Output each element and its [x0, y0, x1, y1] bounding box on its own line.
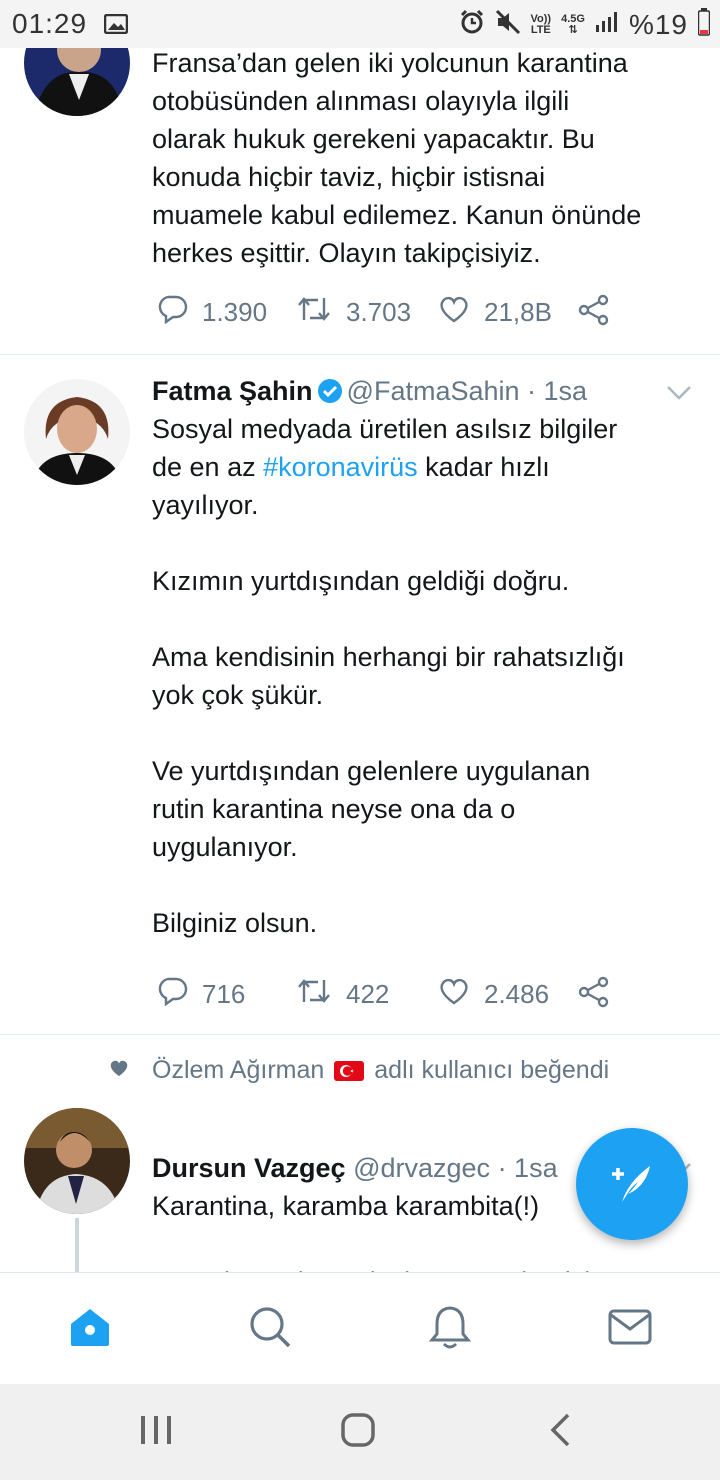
tab-notifications[interactable]: [426, 1305, 474, 1353]
tweet[interactable]: Fransa’dan gelen iki yolcunun karantina …: [0, 48, 720, 354]
image-icon: [103, 13, 129, 39]
thread-line: [75, 1218, 79, 1272]
messages-icon: [608, 1309, 652, 1350]
timeline[interactable]: Fransa’dan gelen iki yolcunun karantina …: [0, 48, 720, 1272]
retweet-count: 422: [346, 979, 390, 1009]
retweet-count: 3.703: [346, 297, 412, 327]
back-icon: [548, 1412, 572, 1453]
tweet-time: · 1sa: [527, 376, 588, 406]
volte-label: Vo)) LTE: [530, 12, 552, 36]
like-count: 2.486: [484, 979, 550, 1009]
reply-button[interactable]: 716: [156, 976, 245, 1013]
author-name[interactable]: Dursun Vazgeç: [152, 1153, 346, 1183]
turkey-flag-icon: [334, 1060, 365, 1081]
tab-messages[interactable]: [606, 1305, 654, 1353]
like-button[interactable]: 21,8B: [438, 294, 552, 331]
recent-apps-icon: [139, 1414, 173, 1451]
tweet-header: Fatma Şahin @FatmaSahin · 1sa: [152, 372, 587, 414]
bottom-tab-bar: [0, 1272, 720, 1384]
tweet-text: Sosyal medyada üretilen asılsız bilgiler…: [152, 414, 625, 938]
recent-apps-button[interactable]: [126, 1412, 186, 1452]
tab-search[interactable]: [246, 1305, 294, 1353]
compose-feather-icon: [606, 1156, 658, 1213]
search-icon: [248, 1305, 292, 1354]
share-button[interactable]: [578, 294, 610, 333]
retweet-icon: [296, 294, 332, 331]
back-button[interactable]: [530, 1412, 590, 1452]
share-button[interactable]: [578, 976, 610, 1015]
mute-icon: [495, 9, 521, 40]
tweet[interactable]: Fatma Şahin @FatmaSahin · 1sa Sosyal medy…: [0, 355, 720, 1034]
home-icon: [67, 1306, 113, 1353]
status-time: 01:29: [12, 8, 88, 39]
author-handle[interactable]: @drvazgec: [353, 1153, 490, 1183]
tweet-text: Fransa’dan gelen iki yolcunun karantina …: [152, 48, 642, 268]
social-context: Özlem Ağırman adlı kullanıcı beğendi: [108, 1056, 609, 1085]
tweet-time: · 1sa: [497, 1153, 558, 1183]
heart-icon: [438, 294, 470, 331]
home-nav-button[interactable]: [328, 1412, 388, 1452]
reply-button[interactable]: 1.390: [156, 294, 267, 331]
network-type-label: 4.5G ⇅: [561, 12, 585, 36]
battery-icon: [697, 8, 711, 41]
tab-home[interactable]: [66, 1305, 114, 1353]
share-icon: [578, 294, 610, 333]
avatar[interactable]: [24, 48, 130, 116]
like-button[interactable]: 2.486: [438, 976, 549, 1013]
verified-badge-icon: [317, 376, 343, 414]
hashtag-link[interactable]: #koronavirüs: [263, 452, 418, 482]
avatar[interactable]: [24, 379, 130, 485]
social-context-text: adlı kullanıcı beğendi: [374, 1056, 610, 1084]
retweet-button[interactable]: 3.703: [296, 294, 411, 331]
like-count: 21,8B: [484, 297, 552, 327]
battery-percent: %19: [628, 8, 688, 40]
notifications-icon: [428, 1304, 472, 1355]
system-navigation-bar: [0, 1384, 720, 1480]
reply-icon: [156, 976, 188, 1013]
heart-icon: [438, 976, 470, 1013]
status-bar: 01:29 Vo)) LTE 4.5G ⇅ %19: [0, 0, 720, 48]
retweet-button[interactable]: 422: [296, 976, 389, 1013]
tweet-header: Dursun Vazgeç @drvazgec · 1sa: [152, 1149, 558, 1187]
author-handle[interactable]: @FatmaSahin: [347, 376, 520, 406]
retweet-icon: [296, 976, 332, 1013]
compose-tweet-button[interactable]: [576, 1128, 688, 1240]
share-icon: [578, 976, 610, 1015]
liked-heart-icon: [108, 1056, 130, 1085]
reply-count: 1.390: [202, 297, 268, 327]
author-name[interactable]: Fatma Şahin: [152, 376, 313, 406]
social-context-user[interactable]: Özlem Ağırman: [152, 1056, 324, 1085]
tweet-actions: 1.390 3.703 21,8B: [152, 294, 672, 334]
reply-icon: [156, 294, 188, 331]
tweet-actions: 716 422 2.486: [152, 976, 672, 1016]
home-nav-icon: [340, 1412, 376, 1453]
avatar[interactable]: [24, 1108, 130, 1214]
signal-icon: [595, 11, 619, 38]
reply-count: 716: [202, 979, 246, 1009]
chevron-down-icon[interactable]: [666, 385, 692, 406]
alarm-icon: [459, 9, 485, 40]
